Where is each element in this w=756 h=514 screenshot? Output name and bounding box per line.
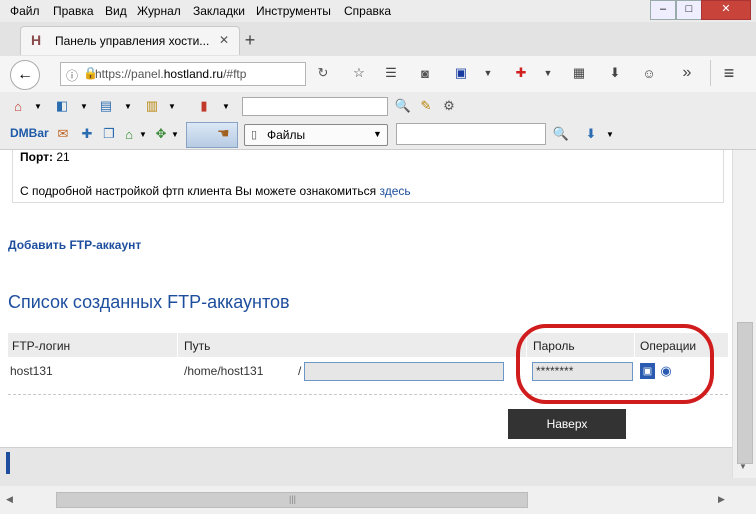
home-dropdown-icon[interactable]: ▼ [32, 96, 44, 116]
reader-list-icon[interactable]: ☰ [380, 62, 402, 84]
pocket-icon[interactable]: ◙ [414, 62, 436, 84]
highlight-annotation [516, 324, 714, 404]
files-dropdown-label: Файлы [267, 128, 306, 142]
file-icon: ▯ [251, 129, 258, 141]
toolbar-search-input[interactable] [242, 97, 388, 116]
first-aid-icon[interactable]: ✚ [510, 62, 532, 84]
port-label: Порт: [20, 150, 53, 164]
magnifier-icon[interactable]: 🔍 [394, 96, 412, 116]
footer-band [0, 447, 732, 479]
info-icon[interactable]: ⓘ [66, 67, 78, 84]
footer-accent [6, 452, 10, 474]
back-arrow-icon[interactable]: ← [10, 60, 40, 90]
page-back-icon[interactable]: ◧ [52, 96, 72, 116]
bookmark-star-icon[interactable]: ☆ [348, 62, 370, 84]
save-disk-icon[interactable]: ▣ [450, 62, 472, 84]
settings-gears-icon[interactable]: ⚙ [440, 96, 458, 116]
tab-title: Панель управления хости... [55, 34, 210, 48]
search-go-icon[interactable]: 🔍 [552, 124, 570, 144]
globe-dropdown-icon[interactable]: ▼ [138, 124, 148, 144]
status-strip [0, 478, 756, 486]
header-path: Путь [184, 339, 211, 353]
menu-history[interactable]: Журнал [137, 4, 181, 18]
info-text-line: С подробной настройкой фтп клиента Вы мо… [20, 184, 411, 198]
vertical-scroll-thumb[interactable] [737, 322, 753, 464]
page-title: Список созданных FTP-аккаунтов [8, 292, 290, 312]
highlight-icon[interactable]: ✎ [418, 96, 434, 116]
reload-icon[interactable]: ↻ [312, 62, 334, 84]
home-icon[interactable]: ⌂ [8, 96, 28, 116]
back-to-top-button[interactable]: Наверх [508, 409, 626, 439]
minimize-button[interactable]: – [650, 0, 676, 20]
document-dropdown-icon[interactable]: ▼ [122, 96, 134, 116]
horizontal-scrollbar[interactable]: ◀ ||| ▶ [0, 486, 756, 514]
menu-bar: Файл Правка Вид Журнал Закладки Инструме… [0, 0, 756, 22]
globe-home-icon[interactable]: ⌂ [120, 124, 138, 144]
scroll-right-arrow-icon[interactable]: ▶ [718, 494, 725, 505]
page-back-dropdown-icon[interactable]: ▼ [78, 96, 90, 116]
pointer-tool-button[interactable]: ☚ [186, 122, 238, 148]
hamburger-menu-icon[interactable]: ≡ [716, 62, 742, 84]
scroll-grip-icon: ||| [289, 494, 297, 504]
header-ftp-login: FTP-логин [12, 339, 71, 353]
addon-dropdown-icon[interactable]: ▼ [170, 124, 180, 144]
grid-apps-icon[interactable]: ▦ [568, 62, 590, 84]
port-line: Порт: 21 [20, 150, 70, 164]
path-subdir-input[interactable] [304, 362, 504, 381]
files-dropdown-arrow-icon: ▼ [373, 129, 382, 139]
menu-help[interactable]: Справка [344, 4, 391, 18]
url-text: https://panel.hostland.ru/#ftp [95, 67, 247, 81]
dropdown-arrow-icon[interactable]: ▼ [480, 62, 496, 84]
hand-pointer-icon: ☚ [217, 125, 230, 141]
menu-tools[interactable]: Инструменты [256, 4, 331, 18]
favicon-icon: H [31, 32, 42, 48]
clipboard-icon[interactable]: ▥ [142, 96, 162, 116]
plus-cross-icon[interactable]: ✚ [78, 124, 96, 144]
chat-icon[interactable]: ✉ [54, 124, 72, 144]
overflow-chevron-icon[interactable]: » [676, 62, 698, 84]
scroll-down-arrow-icon[interactable]: ▼ [739, 462, 747, 471]
document-icon[interactable]: ▤ [96, 96, 116, 116]
info-text: С подробной настройкой фтп клиента Вы мо… [20, 184, 380, 198]
new-tab-icon[interactable]: + [240, 30, 260, 50]
row-path-slash: / [298, 364, 302, 378]
row-ftp-login: host131 [10, 364, 53, 378]
download-blue-icon[interactable]: ⬇ [582, 124, 600, 144]
book-dropdown-icon[interactable]: ▼ [220, 96, 232, 116]
vertical-scrollbar[interactable]: ▼ [732, 150, 756, 478]
horizontal-scroll-thumb[interactable]: ||| [56, 492, 528, 508]
tab-close-icon[interactable]: ✕ [219, 33, 229, 47]
files-dropdown[interactable]: ▯ Файлы ▼ [244, 124, 388, 146]
toolbar-text-input[interactable] [396, 123, 546, 145]
emoji-icon[interactable]: ☺ [638, 62, 660, 84]
tab-hosting-panel[interactable]: H Панель управления хости... ✕ [20, 26, 240, 55]
separator [710, 60, 711, 86]
addon-plus-icon[interactable]: ✥ [152, 124, 170, 144]
port-value: 21 [56, 150, 70, 164]
row-path: /home/host131 [184, 364, 264, 378]
windows-icon[interactable]: ❐ [100, 124, 118, 144]
info-link[interactable]: здесь [379, 184, 410, 198]
page-content: Порт: 21 С подробной настройкой фтп клие… [0, 150, 732, 479]
red-book-icon[interactable]: ▮ [194, 96, 214, 116]
header-divider [177, 333, 178, 357]
clipboard-dropdown-icon[interactable]: ▼ [166, 96, 178, 116]
download-dropdown-icon[interactable]: ▼ [604, 124, 616, 144]
menu-view[interactable]: Вид [105, 4, 127, 18]
menu-bookmarks[interactable]: Закладки [193, 4, 245, 18]
menu-file[interactable]: Файл [10, 4, 40, 18]
maximize-button[interactable]: □ [676, 0, 702, 20]
close-window-button[interactable]: ✕ [701, 0, 751, 20]
url-bar[interactable]: ⓘ 🔒 https://panel.hostland.ru/#ftp [60, 62, 306, 86]
scroll-left-arrow-icon[interactable]: ◀ [6, 494, 13, 505]
add-ftp-account-link[interactable]: Добавить FTP-аккаунт [8, 238, 141, 252]
dropdown-arrow-icon-2[interactable]: ▼ [540, 62, 556, 84]
menu-edit[interactable]: Правка [53, 4, 94, 18]
dmbar-label[interactable]: DMBar [10, 126, 49, 140]
download-arrow-icon[interactable]: ⬇ [604, 62, 626, 84]
